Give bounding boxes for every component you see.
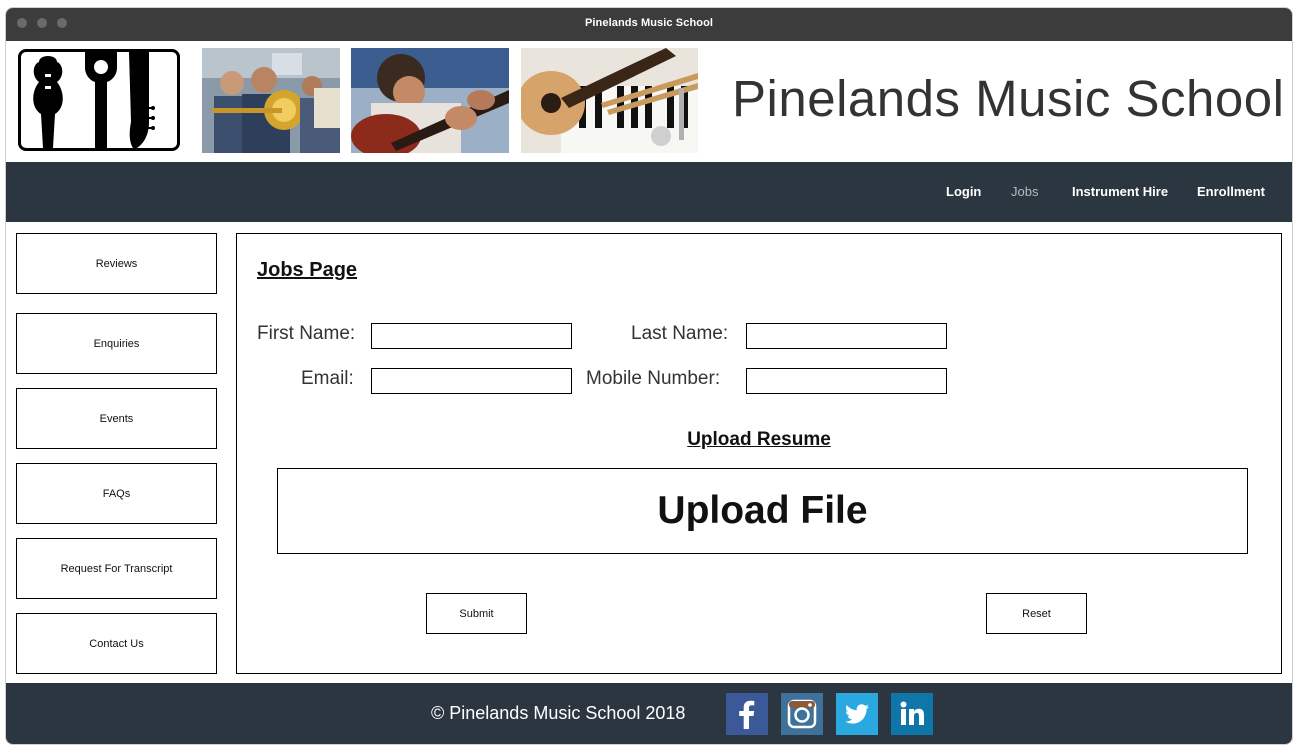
mobile-number-label: Mobile Number: [586,368,721,389]
sidebar-contact-us-button[interactable]: Contact Us [16,613,217,674]
nav-instrument-hire-link[interactable]: Instrument Hire [1072,184,1168,199]
last-name-label: Last Name: [631,323,729,344]
sidebar-events-button[interactable]: Events [16,388,217,449]
email-input[interactable] [371,368,572,394]
music-school-logo-icon[interactable] [18,49,180,151]
copyright-text: © Pinelands Music School 2018 [431,703,686,723]
site-footer: © Pinelands Music School 2018 [6,683,1292,744]
upload-file-button[interactable]: Upload File [277,468,1248,554]
jobs-panel: Jobs Page First Name: Last Name: Email: … [236,233,1282,674]
site-title: Pinelands Music School [732,70,1285,127]
twitter-icon[interactable] [836,693,878,735]
first-name-label: First Name: [257,323,356,344]
page-title: Jobs Page [257,259,358,281]
sidebar-faqs-button[interactable]: FAQs [16,463,217,524]
upload-file-label: Upload File [657,489,868,532]
linkedin-icon[interactable] [891,693,933,735]
submit-button[interactable]: Submit [426,593,527,634]
sidebar-reviews-button[interactable]: Reviews [16,233,217,294]
window-title: Pinelands Music School [584,17,714,29]
sidebar-enquiries-button[interactable]: Enquiries [16,313,217,374]
upload-resume-heading: Upload Resume [687,429,831,450]
brass-band-photo [202,48,340,153]
nav-jobs-link[interactable]: Jobs [1011,184,1038,199]
instruments-photo [521,48,698,153]
instagram-icon[interactable] [781,693,823,735]
browser-window: Pinelands Music School Pinelands Music S… [6,8,1292,744]
sidebar-request-transcript-button[interactable]: Request For Transcript [16,538,217,599]
mobile-number-input[interactable] [746,368,947,394]
top-navbar: Login Jobs Instrument Hire Enrollment [6,162,1292,222]
first-name-input[interactable] [371,323,572,349]
nav-login-link[interactable]: Login [946,184,981,199]
nav-enrollment-link[interactable]: Enrollment [1197,184,1265,199]
site-header: Pinelands Music School [6,41,1292,162]
reset-button[interactable]: Reset [986,593,1087,634]
email-label: Email: [301,368,354,389]
window-titlebar: Pinelands Music School [6,8,1292,41]
guitar-lesson-photo [351,48,509,153]
last-name-input[interactable] [746,323,947,349]
facebook-icon[interactable] [726,693,768,735]
